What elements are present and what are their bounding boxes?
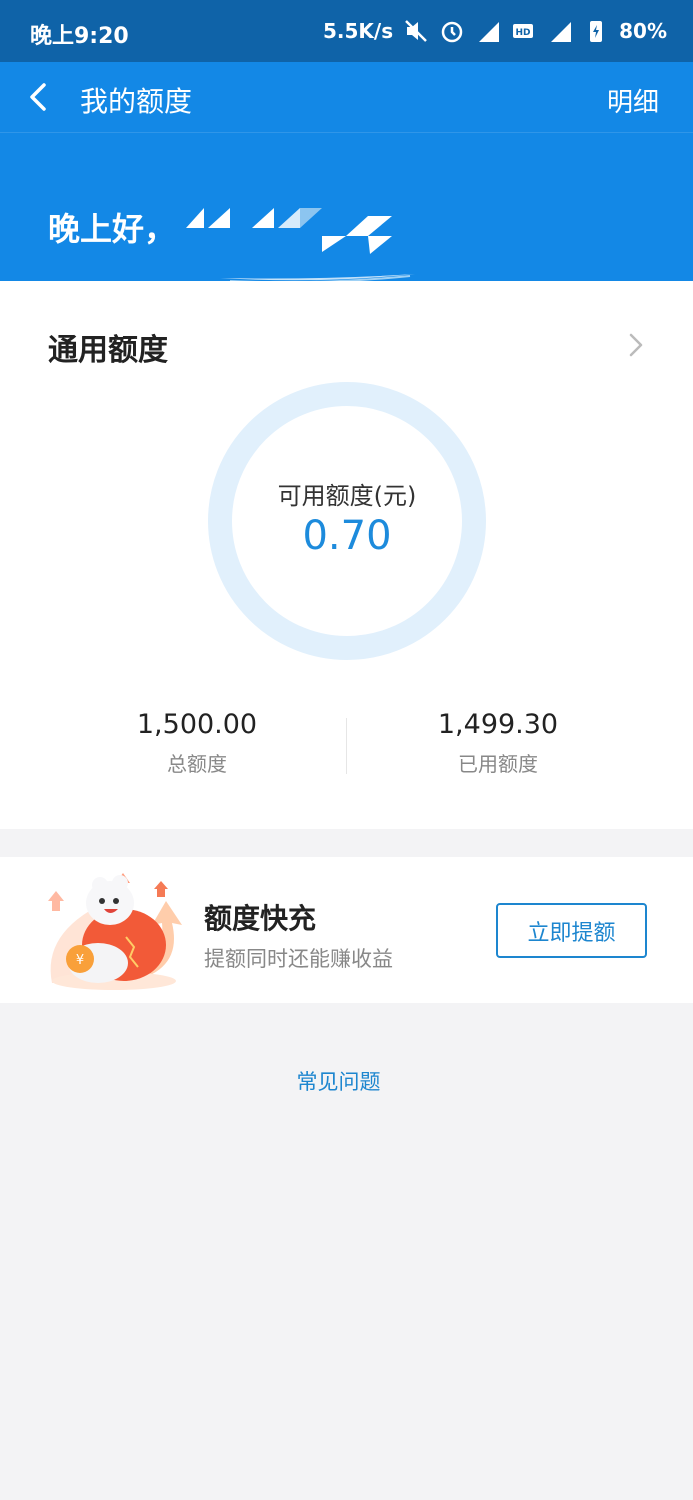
available-value: 0.70	[302, 513, 392, 559]
available-label: 可用额度(元)	[277, 482, 417, 510]
header-divider	[0, 132, 693, 133]
back-button[interactable]	[22, 78, 58, 116]
signal-4g-icon	[475, 18, 501, 44]
alarm-icon	[439, 18, 465, 44]
page-title: 我的额度	[80, 85, 193, 118]
boost-quota-button[interactable]: 立即提额	[496, 903, 647, 958]
battery-icon	[583, 18, 609, 44]
total-quota: 1,500.00 总额度	[47, 709, 347, 777]
promo-subtitle: 提额同时还能赚收益	[204, 947, 393, 971]
back-arrow-icon	[30, 83, 46, 111]
greeting-text: 晚上好，	[48, 210, 177, 248]
credit-card: 通用额度 可用额度(元) 0.70 1,500.00 总额度 1,499.30 …	[0, 281, 693, 829]
total-quota-label: 总额度	[167, 752, 227, 776]
status-icons: 5.5K/s HD 80%	[323, 18, 667, 44]
detail-link[interactable]: 明细	[607, 82, 659, 119]
stat-divider	[346, 718, 347, 774]
mute-icon	[403, 18, 429, 44]
status-time: 晚上9:20	[30, 24, 129, 49]
total-quota-value: 1,500.00	[136, 709, 258, 740]
greeting-banner: 晚上好，	[0, 132, 693, 282]
card-title[interactable]: 通用额度	[48, 325, 168, 369]
used-quota-label: 已用额度	[458, 752, 538, 776]
faq-link[interactable]: 常见问题	[0, 1066, 677, 1096]
app-header: 我的额度 明细	[0, 62, 693, 132]
chevron-right-icon[interactable]	[626, 331, 646, 359]
status-bar: 晚上9:20 5.5K/s HD 80%	[0, 0, 693, 62]
battery-level: 80%	[619, 19, 667, 43]
mascot-illustration: ¥	[48, 873, 182, 990]
hd-icon: HD	[511, 18, 537, 44]
svg-text:HD: HD	[516, 28, 531, 38]
used-quota: 1,499.30 已用额度	[348, 709, 648, 777]
masked-username-image	[186, 208, 392, 254]
promo-title: 额度快充	[204, 902, 317, 935]
quota-boost-promo[interactable]: ¥ 额度快充 提额同时还能赚收益 立即提额	[0, 857, 693, 1003]
net-speed: 5.5K/s	[322, 19, 394, 43]
used-quota-value: 1,499.30	[437, 709, 559, 740]
svg-text:¥: ¥	[76, 953, 84, 968]
signal-4g-icon	[547, 18, 573, 44]
